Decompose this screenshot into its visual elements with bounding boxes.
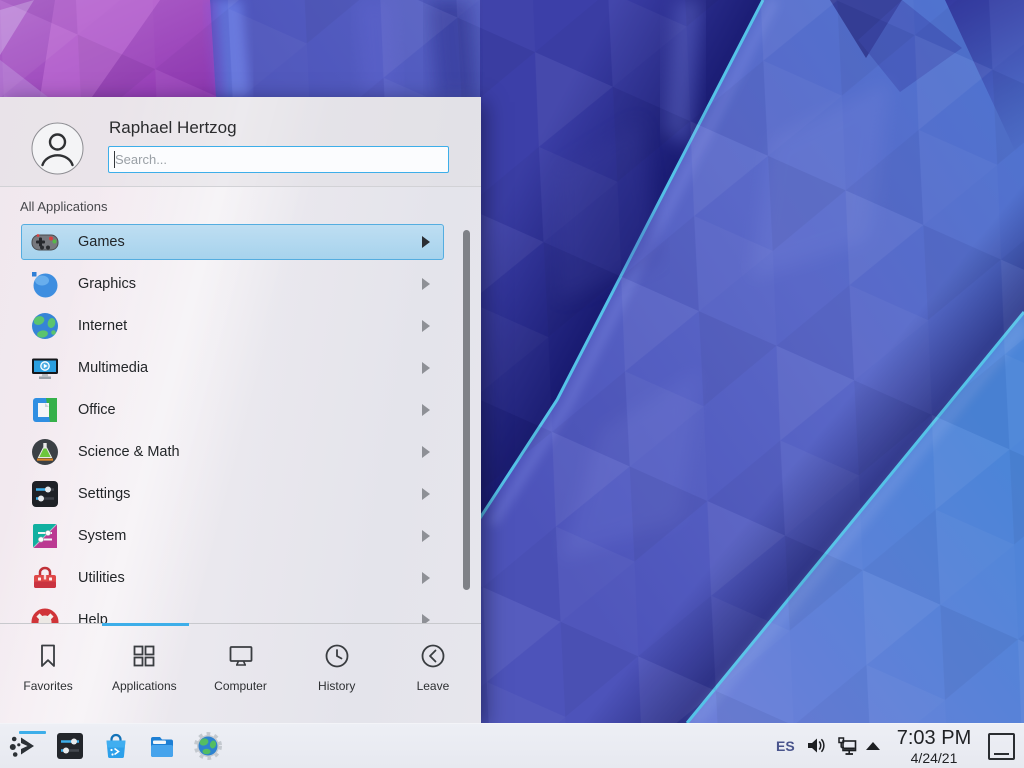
category-label: Office [78,389,116,431]
discover-bag-icon [100,730,132,762]
submenu-arrow-icon [422,572,430,584]
submenu-arrow-icon [422,614,430,623]
office-document-icon [29,394,61,426]
category-list: Games Graphics [0,221,481,623]
computer-monitor-icon [227,642,255,670]
volume-icon[interactable] [806,736,825,755]
show-desktop-button[interactable] [988,733,1015,760]
keyboard-layout-indicator[interactable]: ES [776,738,795,754]
category-science-math[interactable]: Science & Math [0,431,481,473]
submenu-arrow-icon [422,236,430,248]
active-tab-indicator [102,623,189,626]
category-system[interactable]: System [0,515,481,557]
application-launcher-popup: Raphael Hertzog All Applications [0,97,481,723]
category-label: Games [78,221,125,263]
system-settings-icon [54,730,86,762]
graphics-sphere-icon [29,268,61,300]
submenu-arrow-icon [422,446,430,458]
discover-button[interactable] [100,730,132,762]
category-label: Settings [78,473,130,515]
system-settings-button[interactable] [54,730,86,762]
user-name: Raphael Hertzog [109,118,237,138]
help-lifebuoy-icon [29,604,61,623]
tab-label: Leave [417,679,450,693]
category-internet[interactable]: Internet [0,305,481,347]
submenu-arrow-icon [422,320,430,332]
tab-history[interactable]: History [289,628,385,723]
footer-divider [0,623,481,624]
expand-tray-icon[interactable] [866,742,880,750]
tab-label: Applications [112,679,177,693]
folder-icon [146,730,178,762]
dolphin-file-manager-button[interactable] [146,730,178,762]
text-cursor [114,151,115,168]
launcher-tab-bar: Favorites Applications Computer [0,628,481,723]
category-label: Help [78,599,108,623]
settings-sliders-icon [29,478,61,510]
tab-label: Favorites [23,679,72,693]
clock-time: 7:03 PM [888,726,980,750]
tab-leave[interactable]: Leave [385,628,481,723]
history-clock-icon [323,642,351,670]
browser-globe-gear-icon [192,730,224,762]
kde-launcher-icon [8,730,40,762]
multimedia-player-icon [29,352,61,384]
user-avatar[interactable] [31,122,84,175]
application-launcher-button[interactable] [8,730,40,762]
taskbar: ES 7:03 PM 4/24/21 [0,723,1024,768]
category-help[interactable]: Help [0,599,481,623]
favorites-bookmark-icon [34,642,62,670]
games-gamepad-icon [29,226,61,258]
leave-back-circle-icon [419,642,447,670]
tab-computer[interactable]: Computer [192,628,288,723]
submenu-arrow-icon [422,530,430,542]
category-label: Internet [78,305,127,347]
category-games[interactable]: Games [0,221,481,263]
tab-applications[interactable]: Applications [96,628,192,723]
peek-line [994,753,1009,755]
category-label: Utilities [78,557,125,599]
category-label: Multimedia [78,347,148,389]
system-sliders-icon [29,520,61,552]
tab-favorites[interactable]: Favorites [0,628,96,723]
category-label: Science & Math [78,431,180,473]
applications-grid-icon [130,642,158,670]
category-settings[interactable]: Settings [0,473,481,515]
clock-widget[interactable]: 7:03 PM 4/24/21 [888,726,980,767]
web-browser-button[interactable] [192,730,224,762]
submenu-arrow-icon [422,404,430,416]
section-label: All Applications [20,199,107,214]
desktop: Raphael Hertzog All Applications [0,0,1024,768]
search-input[interactable] [108,146,449,173]
science-flask-icon [29,436,61,468]
submenu-arrow-icon [422,362,430,374]
category-office[interactable]: Office [0,389,481,431]
category-multimedia[interactable]: Multimedia [0,347,481,389]
network-icon[interactable] [836,736,858,757]
scrollbar[interactable] [463,230,470,590]
category-utilities[interactable]: Utilities [0,557,481,599]
tab-label: Computer [214,679,267,693]
category-label: Graphics [78,263,136,305]
submenu-arrow-icon [422,488,430,500]
active-task-indicator [19,731,46,734]
category-graphics[interactable]: Graphics [0,263,481,305]
utilities-toolbox-icon [29,562,61,594]
clock-date: 4/24/21 [888,750,980,767]
submenu-arrow-icon [422,278,430,290]
category-label: System [78,515,126,557]
tab-label: History [318,679,355,693]
internet-globe-icon [29,310,61,342]
